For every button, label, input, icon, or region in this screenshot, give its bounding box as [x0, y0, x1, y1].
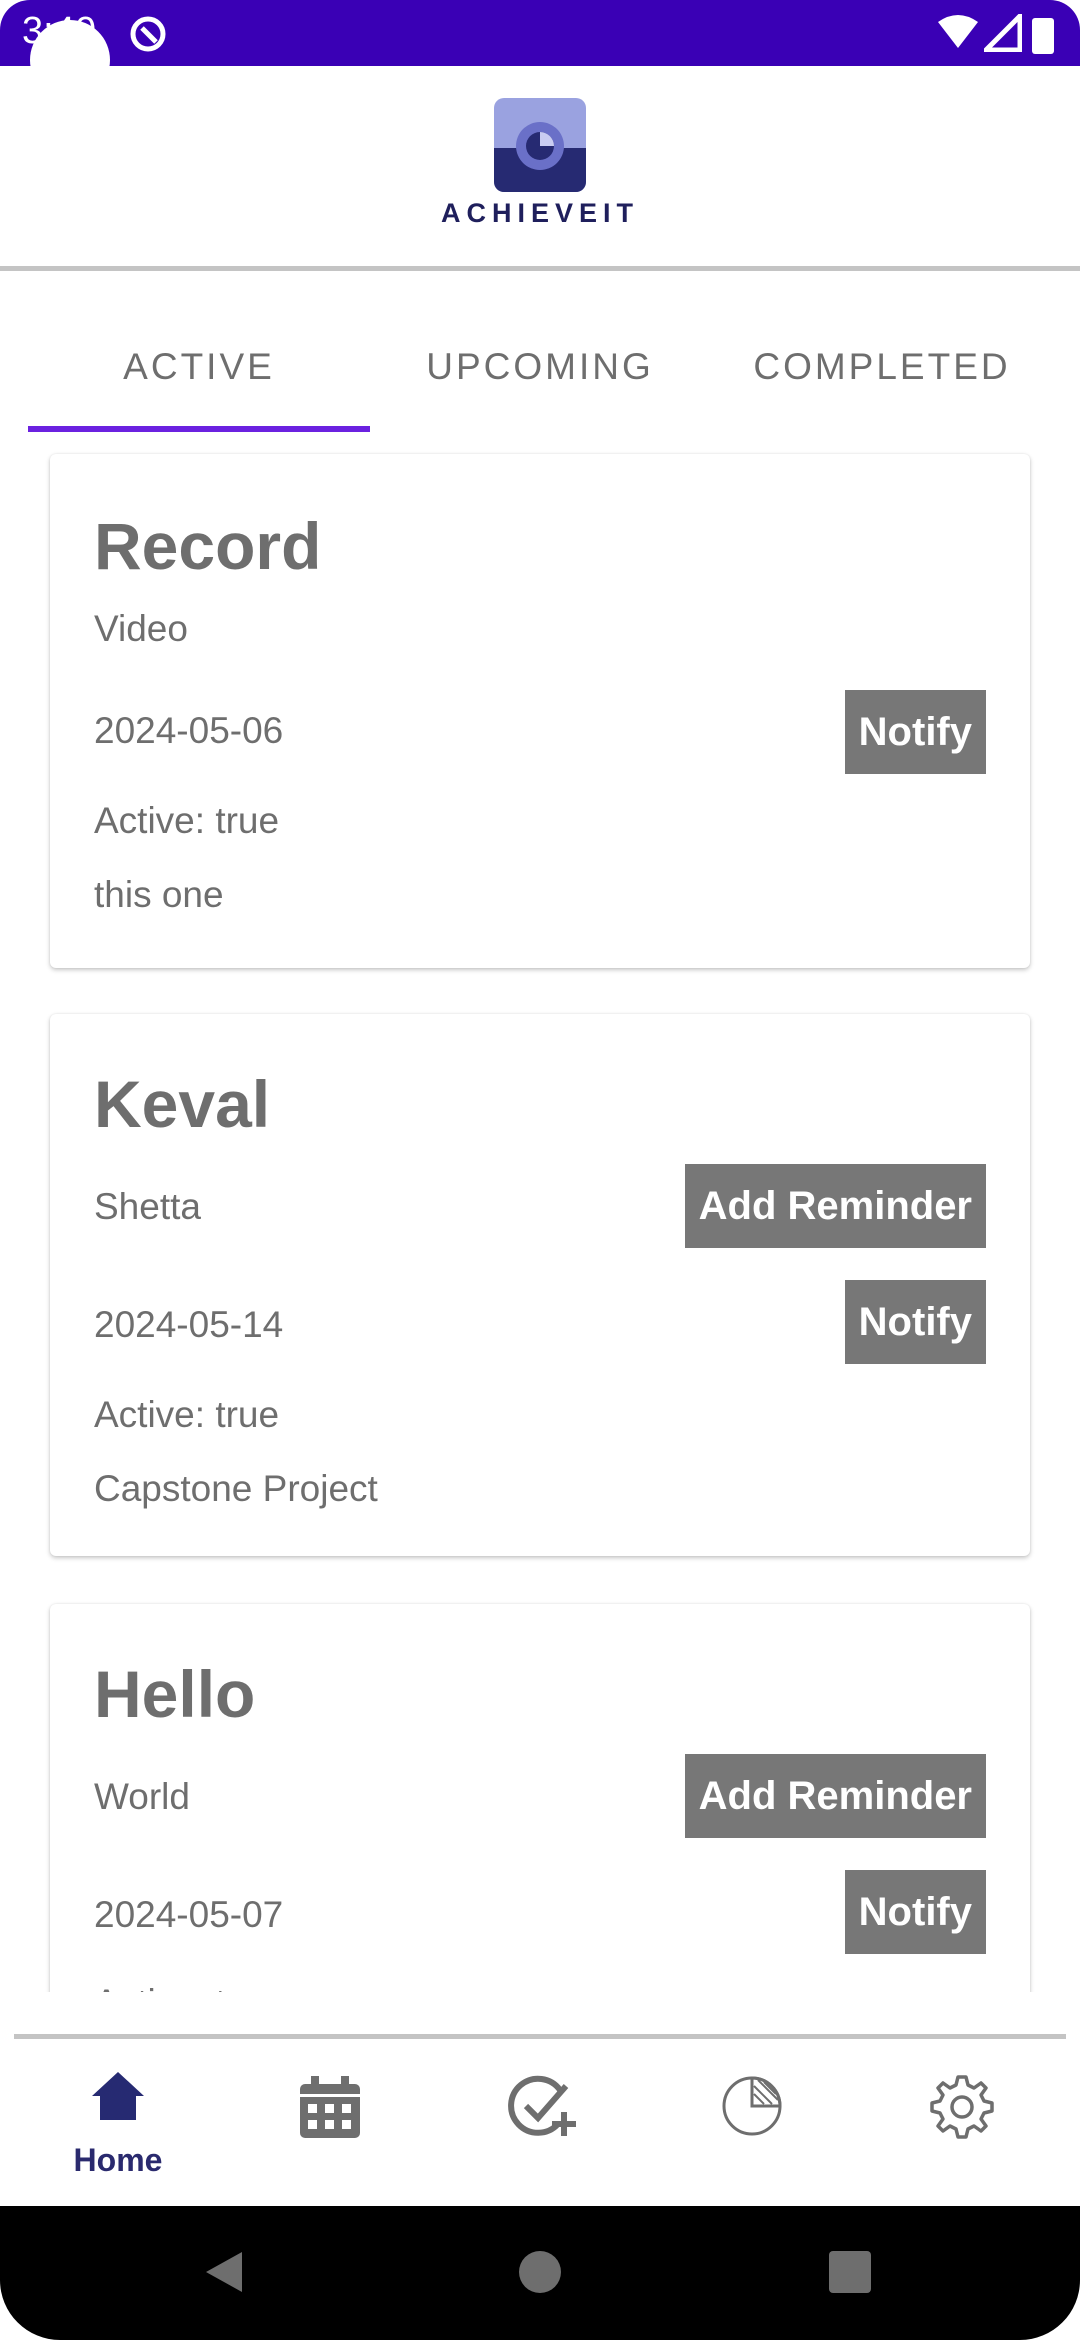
nav-statistics[interactable]	[672, 2070, 832, 2180]
add-reminder-button[interactable]: Add Reminder	[684, 1164, 986, 1248]
notify-button[interactable]: Notify	[844, 1870, 986, 1954]
goal-card: Hello World Add Reminder 2024-05-07 Noti…	[50, 1604, 1030, 1992]
card-title: Keval	[94, 1067, 271, 1141]
card-date: 2024-05-06	[94, 710, 284, 751]
add-reminder-button[interactable]: Add Reminder	[684, 1754, 986, 1838]
pie-chart-icon	[722, 2076, 782, 2136]
goal-list[interactable]: Record Video 2024-05-06 Notify Active: t…	[0, 440, 1080, 1992]
tab-upcoming[interactable]: UPCOMING	[370, 346, 710, 388]
notify-button[interactable]: Notify	[844, 690, 986, 774]
battery-icon	[1032, 18, 1054, 54]
card-title: Record	[94, 509, 322, 583]
tab-bar: ACTIVE UPCOMING COMPLETED	[0, 320, 1080, 432]
tab-completed[interactable]: COMPLETED	[710, 346, 1054, 388]
card-note: this one	[94, 874, 224, 915]
add-task-icon	[508, 2075, 576, 2136]
card-active-status: Active: true	[94, 800, 280, 841]
status-bar: 3:40	[0, 0, 1080, 100]
app-header: ACHIEVEIT	[0, 66, 1080, 270]
signal-icon	[984, 14, 1022, 52]
home-button-icon[interactable]	[518, 2250, 562, 2294]
notify-button[interactable]: Notify	[844, 1280, 986, 1364]
card-note: Capstone Project	[94, 1468, 378, 1509]
bottom-nav-divider	[14, 2034, 1066, 2039]
nav-home[interactable]: Home	[38, 2070, 198, 2180]
goal-card: Keval Shetta Add Reminder 2024-05-14 Not…	[50, 1014, 1030, 1556]
tab-active[interactable]: ACTIVE	[28, 346, 370, 388]
nav-settings[interactable]	[882, 2070, 1042, 2180]
tab-indicator	[28, 426, 370, 432]
card-date: 2024-05-14	[94, 1304, 284, 1345]
bottom-nav: Home	[0, 2040, 1080, 2206]
system-nav-bar	[0, 2206, 1080, 2340]
nav-add-task[interactable]	[462, 2070, 622, 2180]
nav-home-label: Home	[73, 2142, 163, 2178]
wifi-icon	[938, 15, 978, 48]
notification-icon	[130, 16, 166, 52]
card-date: 2024-05-07	[94, 1894, 284, 1935]
calendar-icon	[300, 2076, 360, 2138]
app-logo	[494, 98, 586, 192]
app-name: ACHIEVEIT	[440, 198, 640, 228]
header-divider	[0, 266, 1080, 271]
home-icon	[92, 2072, 144, 2120]
card-subtitle: Video	[94, 608, 188, 649]
card-active-status: Active: true	[94, 1982, 279, 1992]
recents-icon[interactable]	[828, 2250, 872, 2294]
card-subtitle: Shetta	[94, 1186, 201, 1227]
card-title: Hello	[94, 1657, 256, 1731]
card-active-status: Active: true	[94, 1394, 280, 1435]
nav-calendar[interactable]	[250, 2070, 410, 2180]
card-subtitle: World	[94, 1776, 190, 1817]
back-icon[interactable]	[202, 2248, 246, 2296]
goal-card: Record Video 2024-05-06 Notify Active: t…	[50, 454, 1030, 968]
gear-icon	[930, 2075, 994, 2139]
